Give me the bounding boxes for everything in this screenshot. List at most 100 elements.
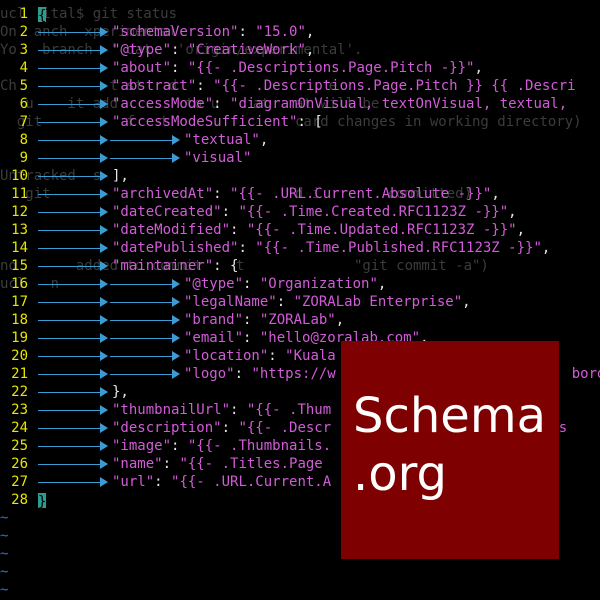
empty-line-tilde: ~ bbox=[0, 528, 9, 544]
punctuation-token: , bbox=[305, 42, 315, 58]
tab-indent-arrow-icon bbox=[38, 167, 108, 185]
line-number: 11 bbox=[11, 186, 28, 202]
string-token: "{{- .Descriptions.Page.Pitch }} {{ .Des… bbox=[213, 78, 576, 94]
punctuation-token: : bbox=[154, 474, 172, 490]
string-token: "dateModified" bbox=[112, 222, 231, 238]
tab-indent-arrow-icon bbox=[38, 113, 108, 131]
line-number: 13 bbox=[11, 222, 28, 238]
punctuation-token: , bbox=[259, 132, 269, 148]
tab-indent-arrow-icon bbox=[110, 275, 180, 293]
schema-org-logo-line1: Schema bbox=[353, 388, 546, 444]
tab-indent-arrow-icon bbox=[110, 365, 180, 383]
line-number: 18 bbox=[11, 312, 28, 328]
tab-indent-arrow-icon bbox=[38, 473, 108, 491]
string-token: "archivedAt" bbox=[112, 186, 214, 202]
tab-indent-arrow-icon bbox=[38, 419, 108, 437]
string-token: "url" bbox=[112, 474, 155, 490]
punctuation-token: : bbox=[234, 366, 252, 382]
punctuation-token: : bbox=[171, 438, 188, 454]
line-number: 6 bbox=[19, 96, 28, 112]
tab-indent-arrow-icon bbox=[38, 275, 108, 293]
line-text: "abstract": "{{- .Descriptions.Page.Pitc… bbox=[112, 77, 576, 95]
tab-indent-arrow-icon bbox=[38, 23, 108, 41]
tab-indent-arrow-icon bbox=[38, 203, 108, 221]
string-token: "{{- .Time.Published.RFC1123Z -}}" bbox=[255, 240, 542, 256]
tab-indent-arrow-icon bbox=[38, 41, 108, 59]
string-token: "maintainer" bbox=[112, 258, 214, 274]
line-text: "visual" bbox=[184, 149, 251, 167]
line-number: 7 bbox=[19, 114, 28, 130]
tab-indent-arrow-icon bbox=[110, 347, 180, 365]
string-token: "location" bbox=[184, 348, 269, 364]
empty-line-tilde: ~ bbox=[0, 546, 9, 562]
line-number: 14 bbox=[11, 240, 28, 256]
line-number: 4 bbox=[19, 60, 28, 76]
empty-line-markers: ~ ~ ~ ~ ~ bbox=[0, 509, 8, 599]
tab-indent-arrow-icon bbox=[110, 149, 180, 167]
string-token: "@type" bbox=[112, 42, 172, 58]
schema-org-logo: Schema .org bbox=[341, 341, 559, 559]
punctuation-token: , bbox=[474, 60, 483, 76]
line-number: 9 bbox=[19, 150, 28, 166]
punctuation-token: , bbox=[516, 222, 526, 238]
string-token: "@type" bbox=[184, 276, 244, 292]
schema-org-logo-line2: .org bbox=[353, 446, 447, 502]
line-text: } bbox=[38, 491, 47, 510]
string-token: "{{- .Descriptions.Page.Pitch -}}" bbox=[187, 60, 475, 76]
punctuation-token: : bbox=[230, 222, 247, 238]
tab-indent-arrow-icon bbox=[110, 293, 180, 311]
string-token: "{{- .Time.Updated.RFC1123Z -}}" bbox=[246, 222, 517, 238]
string-token: "thumbnailUrl" bbox=[112, 402, 231, 418]
string-token: "https://w bbox=[251, 366, 336, 382]
line-number: 20 bbox=[11, 348, 28, 364]
punctuation-token: : bbox=[243, 276, 260, 292]
string-token: "accessMode" bbox=[112, 96, 214, 112]
punctuation-token: , bbox=[508, 204, 517, 220]
string-token: "{{- .Descr bbox=[238, 420, 332, 436]
string-token: "email" bbox=[184, 330, 244, 346]
punctuation-token: , bbox=[541, 240, 551, 256]
string-token: "{{- .Time.Created.RFC1123Z -}}" bbox=[238, 204, 509, 220]
string-token: "{{- .Thumbnails. bbox=[187, 438, 332, 454]
string-token: "Organization" bbox=[259, 276, 378, 292]
line-number: 12 bbox=[11, 204, 28, 220]
line-text: "accessModeSufficient": [ bbox=[112, 113, 323, 131]
string-token: "textual" bbox=[184, 132, 260, 148]
line-number: 24 bbox=[11, 420, 28, 436]
string-token: "15.0" bbox=[255, 24, 306, 40]
line-text: "maintainer": { bbox=[112, 257, 238, 275]
tab-indent-arrow-icon bbox=[38, 383, 108, 401]
line-text: "dateCreated": "{{- .Time.Created.RFC112… bbox=[112, 203, 517, 221]
line-text: "location": "Kuala bbox=[184, 347, 336, 365]
punctuation-token: , bbox=[491, 186, 500, 202]
string-token: "accessModeSufficient" bbox=[112, 114, 298, 130]
punctuation-token: : bbox=[276, 294, 294, 310]
line-text: "@type": "Organization", bbox=[184, 275, 386, 293]
string-token: "about" bbox=[112, 60, 172, 76]
line-number: 28 bbox=[11, 492, 28, 508]
tab-indent-arrow-icon bbox=[38, 437, 108, 455]
cursor-bracket: } bbox=[38, 493, 47, 510]
line-number: 1 bbox=[19, 6, 28, 22]
tab-indent-arrow-icon bbox=[38, 329, 108, 347]
string-token: "legalName" bbox=[184, 294, 277, 310]
string-token: "schemaVersion" bbox=[112, 24, 239, 40]
line-number: 27 bbox=[11, 474, 28, 490]
punctuation-token: : bbox=[268, 348, 286, 364]
line-text: "about": "{{- .Descriptions.Page.Pitch -… bbox=[112, 59, 483, 77]
tab-indent-arrow-icon bbox=[38, 131, 108, 149]
punctuation-token: : bbox=[238, 24, 256, 40]
string-token: "ZORALab" bbox=[259, 312, 336, 328]
punctuation-token: : bbox=[171, 60, 188, 76]
string-token: "brand" bbox=[184, 312, 244, 328]
line-text: }, bbox=[112, 383, 129, 401]
punctuation-token: }, bbox=[112, 384, 129, 400]
line-text: "datePublished": "{{- .Time.Published.RF… bbox=[112, 239, 550, 257]
tab-indent-arrow-icon bbox=[38, 149, 108, 167]
punctuation-token: : bbox=[243, 330, 260, 346]
tab-indent-arrow-icon bbox=[38, 239, 108, 257]
line-text: "textual", bbox=[184, 131, 268, 149]
line-text: "accessMode": "diagramOnVisual, textOnVi… bbox=[112, 95, 567, 113]
line-text: "archivedAt": "{{- .URL.Current.Absolute… bbox=[112, 185, 500, 203]
line-number: 21 bbox=[11, 366, 28, 382]
